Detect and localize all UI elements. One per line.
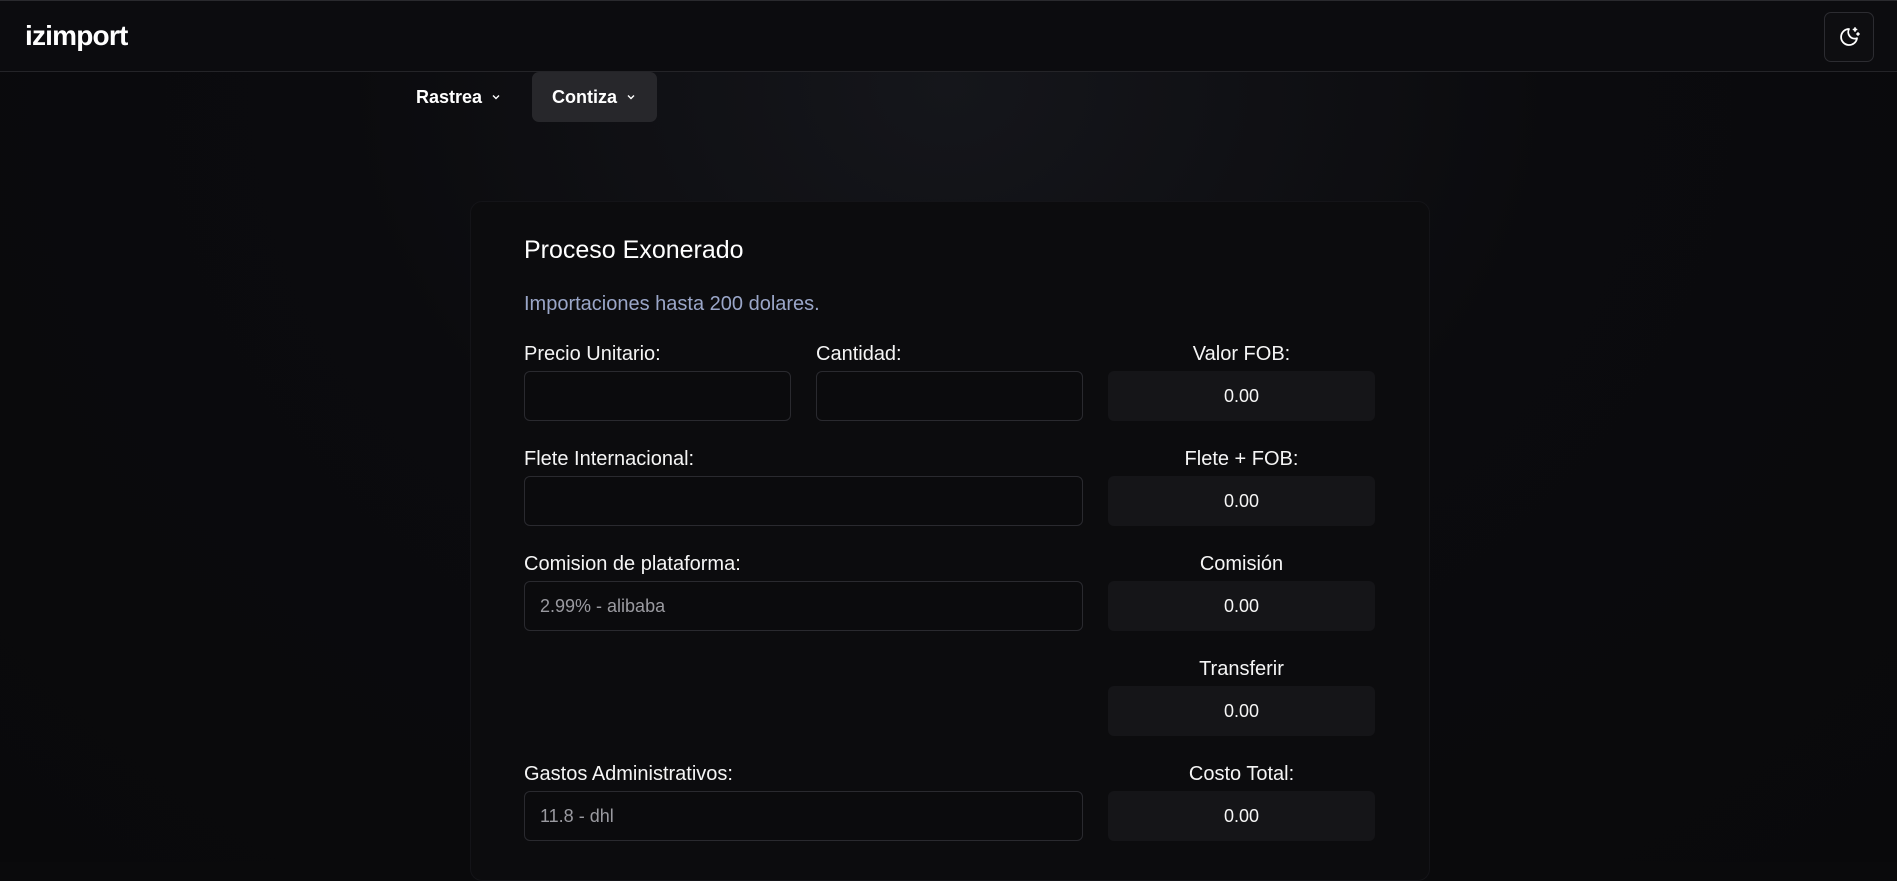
chevron-down-icon (492, 95, 500, 100)
nav-item-label: Rastrea (416, 86, 483, 107)
gastos-administrativos-input[interactable] (524, 791, 1083, 841)
logo[interactable]: izimport (25, 20, 128, 52)
moon-stars-icon (1840, 27, 1860, 46)
nav-item-contiza[interactable]: Contiza (532, 72, 658, 122)
transferir-label: Transferir (1199, 658, 1284, 680)
top-bar: izimport (0, 0, 1897, 72)
flete-internacional-label: Flete Internacional: (524, 448, 695, 470)
theme-toggle-button[interactable] (1824, 12, 1874, 62)
transferir-value: 0.00 (1108, 686, 1375, 736)
flete-internacional-input[interactable] (524, 476, 1083, 526)
flete-fob-label: Flete + FOB: (1184, 448, 1299, 470)
card-subtitle: Importaciones hasta 200 dolares. (524, 293, 820, 315)
comision-label: Comisión (1199, 553, 1284, 575)
costo-total-label: Costo Total: (1188, 763, 1295, 785)
flete-fob-value: 0.00 (1108, 476, 1375, 526)
nav-item-rastrea[interactable]: Rastrea (396, 72, 522, 122)
chevron-down-icon (627, 95, 635, 100)
comision-value: 0.00 (1108, 581, 1375, 631)
precio-unitario-input[interactable] (524, 371, 791, 421)
cantidad-label: Cantidad: (816, 343, 902, 365)
comision-plataforma-input[interactable] (524, 581, 1083, 631)
card-title: Proceso Exonerado (524, 236, 744, 264)
gastos-administrativos-label: Gastos Administrativos: (524, 763, 733, 785)
comision-plataforma-label: Comision de plataforma: (524, 553, 741, 575)
valor-fob-value: 0.00 (1108, 371, 1375, 421)
costo-total-value: 0.00 (1108, 791, 1375, 841)
valor-fob-label: Valor FOB: (1192, 343, 1291, 365)
precio-unitario-label: Precio Unitario: (524, 343, 661, 365)
nav-item-label: Contiza (552, 86, 618, 107)
main-nav: Rastrea Contiza (396, 72, 667, 122)
cantidad-input[interactable] (816, 371, 1083, 421)
